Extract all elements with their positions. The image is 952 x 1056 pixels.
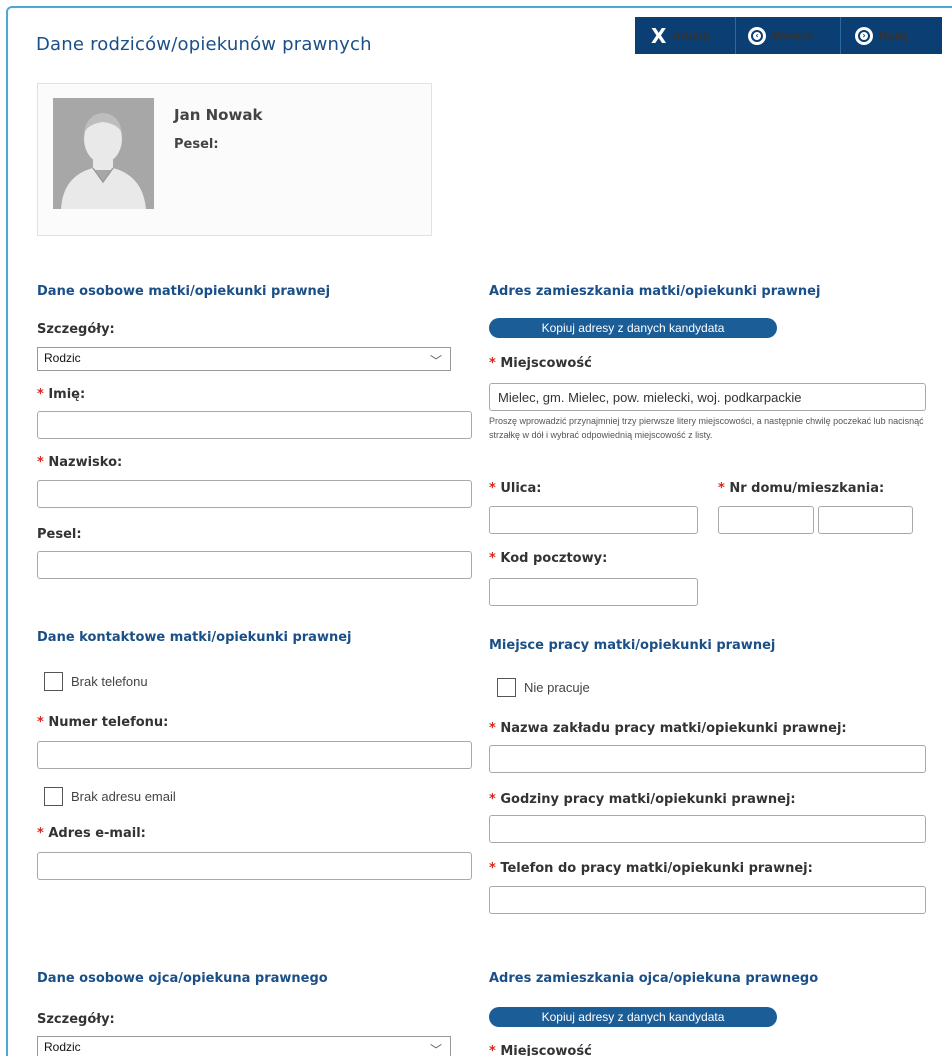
mother-postal-input[interactable] xyxy=(489,578,698,606)
mother-work-phone-label: * Telefon do pracy matki/opiekunki prawn… xyxy=(489,861,813,876)
father-personal-heading: Dane osobowe ojca/opiekuna prawnego xyxy=(37,971,328,986)
mother-city-text: Miejscowość xyxy=(500,356,592,371)
mother-first-name-input[interactable] xyxy=(37,411,472,439)
father-city-text: Miejscowość xyxy=(500,1044,592,1056)
mother-pesel-label: Pesel: xyxy=(37,527,82,542)
required-mark: * xyxy=(489,1044,496,1056)
circle-arrow-left-icon: ‹ xyxy=(748,26,766,45)
mother-house-number-input[interactable] xyxy=(718,506,814,534)
required-mark: * xyxy=(718,481,725,496)
back-button[interactable]: ‹ Wstecz xyxy=(736,17,841,54)
mother-apartment-number-input[interactable] xyxy=(818,506,913,534)
mother-phone-input[interactable] xyxy=(37,741,472,769)
mother-hours-input[interactable] xyxy=(489,815,926,843)
mother-city-label: * Miejscowość xyxy=(489,356,592,371)
mother-phone-text: Numer telefonu: xyxy=(48,715,169,730)
father-details-select[interactable]: Rodzic ﹀ xyxy=(37,1036,451,1056)
copy-address-button[interactable]: Kopiuj adresy z danych kandydata xyxy=(489,318,777,338)
mother-email-input[interactable] xyxy=(37,852,472,880)
page-title: Dane rodziców/opiekunów prawnych xyxy=(36,34,372,55)
not-working-checkbox[interactable] xyxy=(497,678,516,697)
no-phone-checkbox[interactable] xyxy=(44,672,63,691)
mother-employer-label: * Nazwa zakładu pracy matki/opiekunki pr… xyxy=(489,721,847,736)
no-email-label: Brak adresu email xyxy=(71,789,176,804)
mother-work-heading: Miejsce pracy matki/opiekunki prawnej xyxy=(489,638,776,653)
required-mark: * xyxy=(489,356,496,371)
mother-details-value: Rodzic xyxy=(44,351,81,365)
next-button[interactable]: › Dalej xyxy=(841,17,942,54)
student-name: Jan Nowak xyxy=(174,106,263,124)
mother-work-phone-text: Telefon do pracy matki/opiekunki prawnej… xyxy=(500,861,813,876)
mother-postal-label: * Kod pocztowy: xyxy=(489,551,607,566)
mother-street-label: * Ulica: xyxy=(489,481,542,496)
father-address-heading: Adres zamieszkania ojca/opiekuna prawneg… xyxy=(489,971,819,986)
required-mark: * xyxy=(37,715,44,730)
father-copy-address-button[interactable]: Kopiuj adresy z danych kandydata xyxy=(489,1007,777,1027)
mother-house-label: * Nr domu/mieszkania: xyxy=(718,481,884,496)
mother-email-text: Adres e-mail: xyxy=(48,826,146,841)
chevron-down-icon: ﹀ xyxy=(429,1043,442,1056)
mother-last-name-text: Nazwisko: xyxy=(48,455,123,470)
mother-hours-text: Godziny pracy matki/opiekunki prawnej: xyxy=(500,792,796,807)
circle-arrow-right-icon: › xyxy=(855,26,873,45)
next-label: Dalej xyxy=(879,28,908,43)
mother-last-name-label: * Nazwisko: xyxy=(37,455,122,470)
required-mark: * xyxy=(37,826,44,841)
required-mark: * xyxy=(489,551,496,566)
father-city-label: * Miejscowość xyxy=(489,1044,592,1056)
mother-contact-heading: Dane kontaktowe matki/opiekunki prawnej xyxy=(37,630,352,645)
mother-city-input[interactable]: Mielec, gm. Mielec, pow. mielecki, woj. … xyxy=(489,383,926,411)
mother-address-heading: Adres zamieszkania matki/opiekunki prawn… xyxy=(489,284,821,299)
mother-pesel-input[interactable] xyxy=(37,551,472,579)
not-working-label: Nie pracuje xyxy=(524,680,590,695)
required-mark: * xyxy=(489,792,496,807)
mother-employer-input[interactable] xyxy=(489,745,926,773)
required-mark: * xyxy=(37,455,44,470)
required-mark: * xyxy=(489,861,496,876)
mother-phone-label: * Numer telefonu: xyxy=(37,715,168,730)
required-mark: * xyxy=(489,721,496,736)
mother-employer-text: Nazwa zakładu pracy matki/opiekunki praw… xyxy=(500,721,847,736)
user-silhouette-icon xyxy=(53,98,154,209)
mother-work-phone-input[interactable] xyxy=(489,886,926,914)
mother-street-input[interactable] xyxy=(489,506,698,534)
wizard-toolbar: X Anuluj ‹ Wstecz › Dalej xyxy=(635,17,942,54)
back-label: Wstecz xyxy=(772,28,814,43)
mother-email-label: * Adres e-mail: xyxy=(37,826,146,841)
no-phone-label: Brak telefonu xyxy=(71,674,148,689)
mother-last-name-input[interactable] xyxy=(37,480,472,508)
student-pesel-label: Pesel: xyxy=(174,137,219,152)
mother-personal-heading: Dane osobowe matki/opiekunki prawnej xyxy=(37,284,331,299)
mother-details-select[interactable]: Rodzic ﹀ xyxy=(37,347,451,371)
mother-street-text: Ulica: xyxy=(500,481,542,496)
mother-first-name-label: * Imię: xyxy=(37,387,85,402)
mother-house-text: Nr domu/mieszkania: xyxy=(729,481,885,496)
father-details-value: Rodzic xyxy=(44,1040,81,1054)
mother-details-label: Szczegóły: xyxy=(37,322,115,337)
required-mark: * xyxy=(37,387,44,402)
city-hint-text: Proszę wprowadzić przynajmniej trzy pier… xyxy=(489,416,924,440)
cancel-button[interactable]: X Anuluj xyxy=(635,17,736,54)
chevron-down-icon: ﹀ xyxy=(429,354,442,368)
no-email-checkbox[interactable] xyxy=(44,787,63,806)
father-details-label: Szczegóły: xyxy=(37,1012,115,1027)
mother-postal-text: Kod pocztowy: xyxy=(500,551,608,566)
cancel-label: Anuluj xyxy=(672,28,710,43)
mother-first-name-text: Imię: xyxy=(48,387,86,402)
close-x-icon: X xyxy=(651,23,667,48)
required-mark: * xyxy=(489,481,496,496)
mother-hours-label: * Godziny pracy matki/opiekunki prawnej: xyxy=(489,792,796,807)
